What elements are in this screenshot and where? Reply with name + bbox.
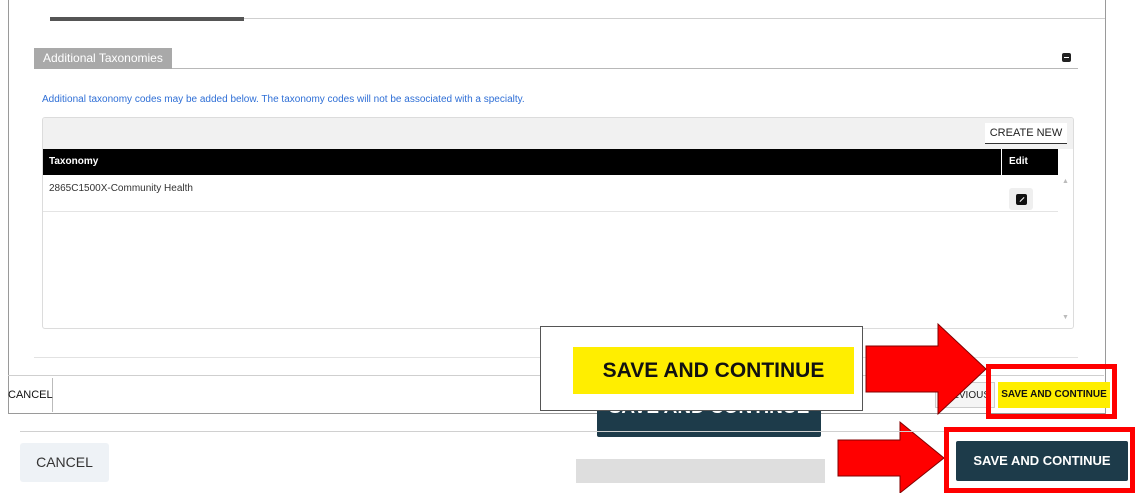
taxonomy-grid: CREATE NEW Taxonomy Edit 2865C1500X-Comm…: [42, 117, 1074, 329]
edit-button[interactable]: [1009, 188, 1033, 210]
cancel-button-small[interactable]: CANCEL: [8, 378, 53, 412]
scroll-down-icon[interactable]: ▼: [1062, 314, 1069, 321]
create-new-button[interactable]: CREATE NEW: [985, 123, 1067, 144]
save-and-continue-zoomed: SAVE AND CONTINUE: [573, 347, 854, 394]
column-divider: [1001, 149, 1002, 175]
highlight-box: [944, 427, 1135, 493]
taxonomy-cell: 2865C1500X-Community Health: [49, 183, 193, 194]
section-info-text: Additional taxonomy codes may be added b…: [42, 94, 525, 105]
highlight-box-small: [986, 364, 1117, 419]
column-header-edit: Edit: [1009, 156, 1028, 167]
scroll-up-icon[interactable]: ▲: [1062, 178, 1069, 185]
grid-toolbar: CREATE NEW: [43, 118, 1073, 149]
section-header-rule: [34, 68, 1078, 69]
disabled-bar: [576, 459, 825, 483]
arrow-icon: [865, 322, 987, 416]
arrow-icon: [837, 420, 945, 493]
edit-icon: [1016, 194, 1027, 205]
cancel-button[interactable]: CANCEL: [20, 443, 109, 482]
section-title: Additional Taxonomies: [34, 48, 172, 69]
collapse-icon[interactable]: [1062, 53, 1071, 62]
progress-indicator: [50, 17, 244, 21]
column-header-taxonomy[interactable]: Taxonomy: [49, 149, 98, 175]
grid-header: Taxonomy Edit: [43, 149, 1058, 175]
table-row: 2865C1500X-Community Health: [43, 175, 1058, 212]
